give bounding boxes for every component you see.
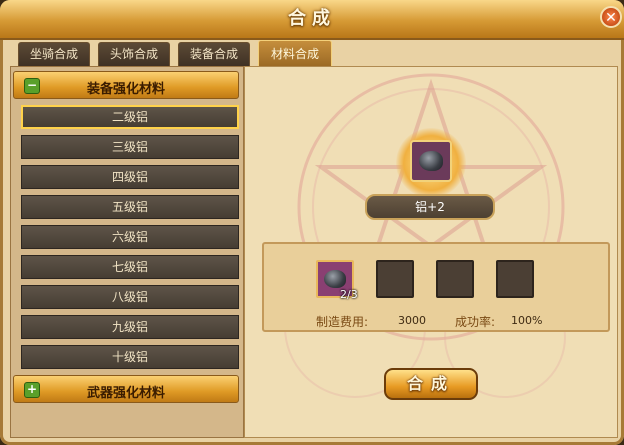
list-item[interactable]: 六级铝: [21, 225, 239, 249]
list-item[interactable]: 五级铝: [21, 195, 239, 219]
cost-label: 制造费用:: [316, 315, 369, 329]
tab-headgear-craft[interactable]: 头饰合成: [98, 42, 170, 66]
material-slot-2[interactable]: [376, 260, 414, 298]
material-count: 2/3: [340, 288, 358, 301]
material-slot-4[interactable]: [496, 260, 534, 298]
list-item[interactable]: 七级铝: [21, 255, 239, 279]
aluminum-ore-icon: [419, 151, 443, 171]
category-label: 装备强化材料: [86, 82, 165, 97]
list-item[interactable]: 九级铝: [21, 315, 239, 339]
result-slot[interactable]: [410, 140, 452, 182]
category-weapon-enhance[interactable]: + 武器强化材料: [13, 375, 239, 403]
list-item[interactable]: 四级铝: [21, 165, 239, 189]
list-item[interactable]: 二级铝: [21, 105, 239, 129]
list-item[interactable]: 三级铝: [21, 135, 239, 159]
tab-material-craft[interactable]: 材料合成: [258, 40, 332, 66]
tab-mount-craft[interactable]: 坐骑合成: [18, 42, 90, 66]
craft-button[interactable]: 合成: [384, 368, 478, 400]
result-name: 铝+2: [365, 194, 495, 220]
list-item[interactable]: 十级铝: [21, 345, 239, 369]
success-rate-value: 100%: [511, 314, 543, 327]
material-slot-3[interactable]: [436, 260, 474, 298]
craft-window: 合成 ✕ 坐骑合成 头饰合成 装备合成 材料合成 − 装备强化材料 二级铝 三级…: [0, 0, 624, 445]
recipe-list-panel: − 装备强化材料 二级铝 三级铝 四级铝 五级铝 六级铝 七级铝 八级铝 九级铝…: [10, 66, 244, 438]
close-icon[interactable]: ✕: [600, 6, 622, 28]
cost-value: 3000: [398, 314, 426, 327]
category-label: 武器强化材料: [86, 386, 165, 401]
list-item[interactable]: 八级铝: [21, 285, 239, 309]
window-title: 合成: [288, 8, 336, 29]
tab-equipment-craft[interactable]: 装备合成: [178, 42, 250, 66]
aluminum-ore-icon: [324, 270, 346, 288]
success-rate-label: 成功率:: [455, 315, 496, 329]
title-bar[interactable]: 合成 ✕: [0, 0, 624, 40]
category-equip-enhance[interactable]: − 装备强化材料: [13, 71, 239, 99]
